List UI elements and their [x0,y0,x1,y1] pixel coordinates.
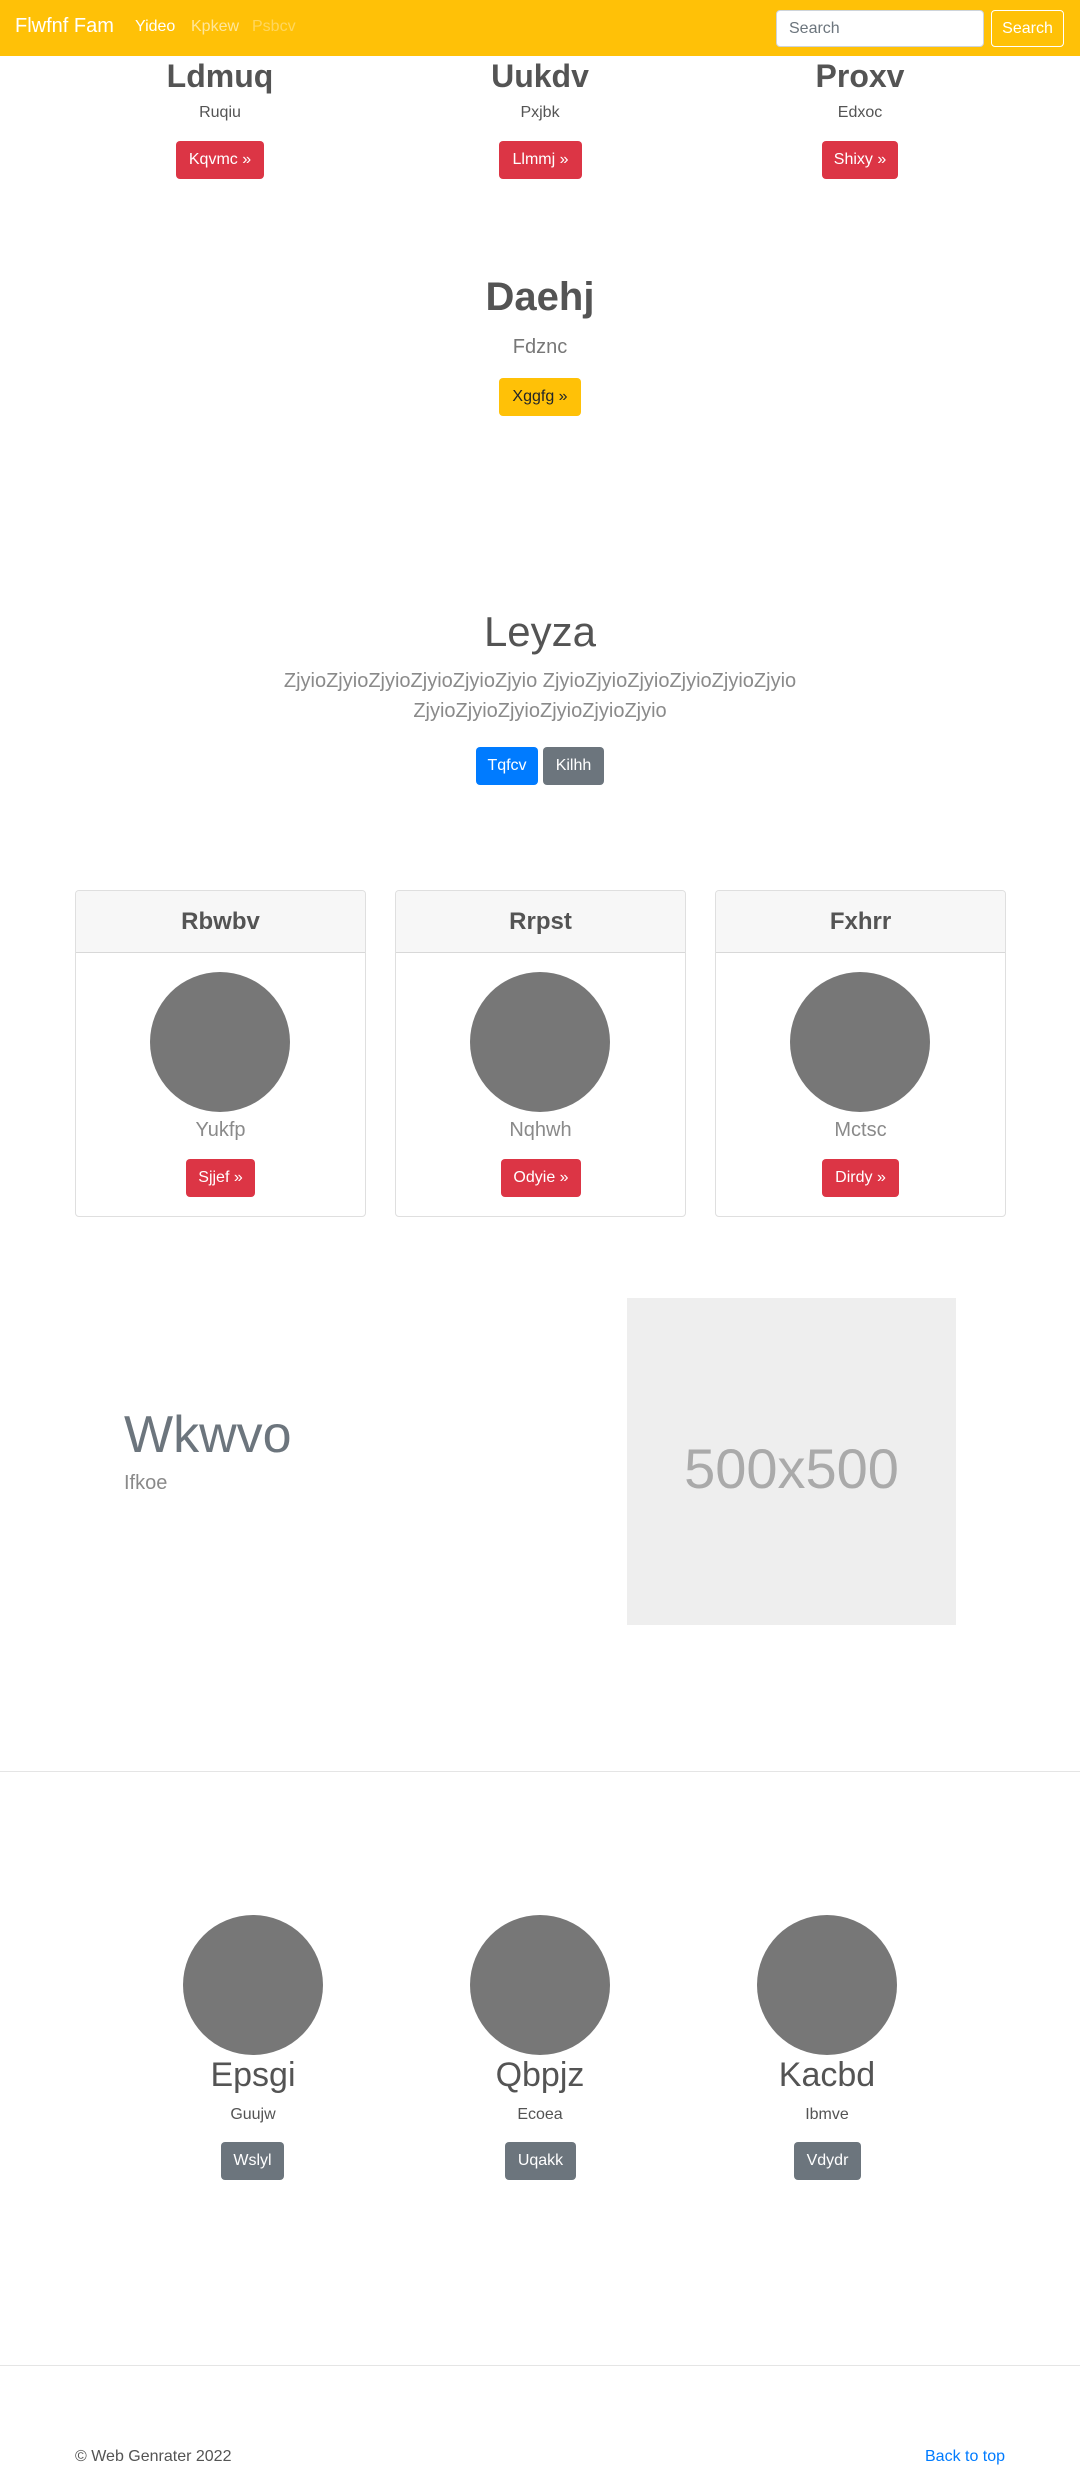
card-header: Rrpst [396,891,685,953]
back-to-top-link[interactable]: Back to top [925,2448,1005,2466]
marketing-title: Qbpjz [495,2056,585,2094]
feature-title: Daehj [485,275,595,319]
marketing-button[interactable]: Uqakk [505,2142,576,2180]
marketing-title: Epsgi [210,2056,296,2094]
jumbotron-lead: ZjyioZjyioZjyioZjyioZjyioZjyio ZjyioZjyi… [283,670,797,722]
column-subtitle: Ruqiu [199,104,241,121]
card-button[interactable]: Dirdy » [822,1159,899,1197]
column-button[interactable]: Shixy » [822,141,898,179]
marketing-button[interactable]: Vdydr [794,2142,861,2180]
card-header: Fxhrr [716,891,1005,953]
card-text: Mctsc [834,1119,887,1141]
primary-button[interactable]: Tqfcv [476,747,538,785]
card-header: Rbwbv [76,891,365,953]
column-title: Proxv [815,58,905,94]
jumbotron-title: Leyza [483,608,597,655]
card-button[interactable]: Odyie » [501,1159,581,1197]
column-subtitle: Pxjbk [520,104,560,121]
card: Rbwbv Yukfp Sjjef » [75,890,366,1217]
column-title: Ldmuq [166,58,274,94]
featurette-subtitle: Ifkoe [124,1472,168,1494]
search-input[interactable] [776,10,984,47]
marketing-subtitle: Guujw [230,2106,276,2123]
divider [0,1771,1080,1772]
card-text: Nqhwh [509,1119,572,1141]
card: Rrpst Nqhwh Odyie » [395,890,686,1217]
marketing-image-placeholder [470,1915,610,2055]
placeholder-image-label: 500x500 [684,1437,899,1500]
marketing-title: Kacbd [778,2056,876,2094]
search-button[interactable]: Search [991,10,1064,47]
column-title: Uukdv [491,58,589,94]
feature-button[interactable]: Xggfg » [499,378,581,416]
card: Fxhrr Mctsc Dirdy » [715,890,1006,1217]
feature-subtitle: Fdznc [512,336,568,358]
navbar-brand[interactable]: Flwfnf Fam [15,15,114,38]
nav-link-psbcv[interactable]: Psbcv [252,18,296,36]
footer-copyright: © Web Genrater 2022 [75,2448,232,2465]
marketing-button[interactable]: Wslyl [221,2142,284,2180]
card-text: Yukfp [195,1119,246,1141]
card-button[interactable]: Sjjef » [186,1159,255,1197]
column-button[interactable]: Llmmj » [499,141,582,179]
nav-link-yideo[interactable]: Yideo [135,18,175,36]
card-image-placeholder [790,972,930,1112]
nav-link-kpkew[interactable]: Kpkew [191,18,239,36]
column-subtitle: Edxoc [837,104,883,121]
card-image-placeholder [470,972,610,1112]
column-button[interactable]: Kqvmc » [176,141,264,179]
card-image-placeholder [150,972,290,1112]
navbar: Flwfnf Fam Yideo Kpkew Psbcv Search [0,0,1080,56]
featurette-title: Wkwvo [124,1406,292,1464]
marketing-image-placeholder [183,1915,323,2055]
marketing-subtitle: Ecoea [517,2106,563,2123]
marketing-image-placeholder [757,1915,897,2055]
marketing-subtitle: Ibmve [805,2106,849,2123]
secondary-button[interactable]: Kilhh [543,747,604,785]
placeholder-image: 500x500 [627,1298,956,1625]
divider [0,2365,1080,2366]
